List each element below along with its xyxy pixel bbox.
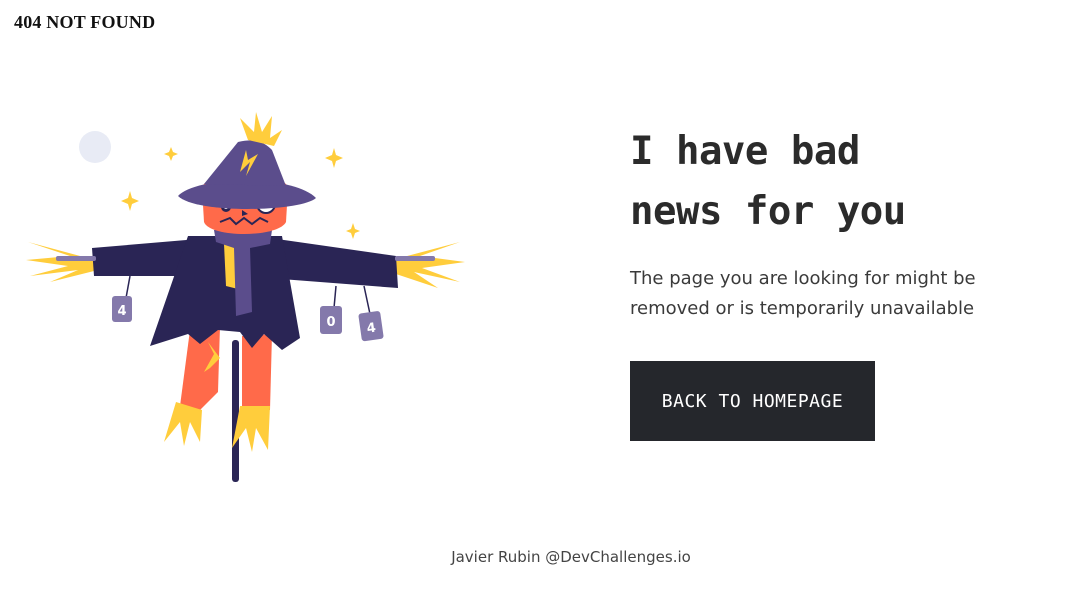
subtext: The page you are looking for might be re… — [630, 264, 1010, 324]
credit-link[interactable]: Javier Rubin @DevChallenges.io — [451, 548, 691, 566]
headline-line: I have bad — [630, 129, 860, 174]
subtext-line: removed or is temporarily unavailable — [630, 298, 975, 319]
page-title: 404 NOT FOUND — [14, 12, 156, 32]
footer-credit: Javier Rubin @DevChallenges.io — [0, 548, 1069, 566]
headline: I have bad news for you — [630, 122, 1050, 242]
message-block: I have bad news for you The page you are… — [630, 122, 1050, 324]
right-leg — [242, 334, 272, 410]
back-to-homepage-button[interactable]: BACK TO HOMEPAGE — [630, 361, 875, 441]
can-label: 4 — [117, 304, 126, 319]
can-right: 4 — [358, 311, 384, 342]
can-label: 0 — [326, 315, 335, 330]
sparkle-icon — [164, 147, 178, 161]
sparkle-icon — [325, 148, 343, 168]
scarecrow-illustration: 4 0 4 — [26, 112, 465, 482]
can-middle: 0 — [320, 306, 342, 334]
right-straw — [390, 242, 465, 288]
left-straw — [26, 242, 98, 282]
sparkle-icon — [346, 223, 360, 239]
pole — [232, 340, 239, 482]
can-left: 4 — [112, 296, 132, 322]
sparkle-icon — [121, 191, 139, 211]
subtext-line: The page you are looking for might be — [630, 268, 976, 289]
left-foot-straw — [164, 402, 202, 446]
moon-icon — [79, 131, 111, 163]
headline-line: news for you — [630, 189, 906, 234]
